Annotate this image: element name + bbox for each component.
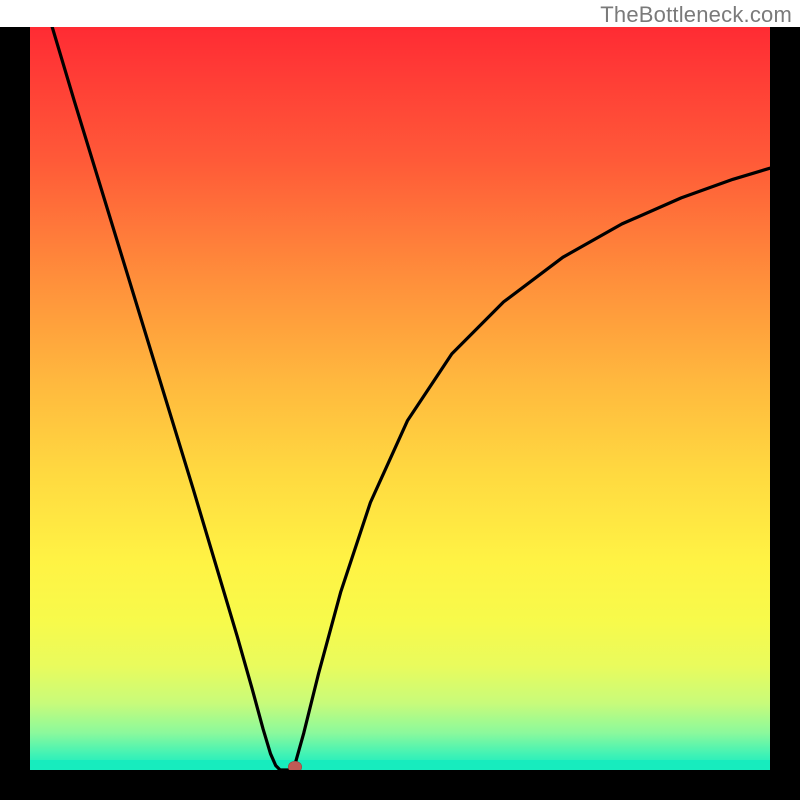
curve-path [52,27,770,770]
chart-frame: TheBottleneck.com [0,0,800,800]
plot-area [30,27,770,770]
watermark-text: TheBottleneck.com [600,2,792,28]
current-config-marker-icon [288,761,302,770]
bottleneck-curve [30,27,770,770]
plot-border [0,27,800,800]
